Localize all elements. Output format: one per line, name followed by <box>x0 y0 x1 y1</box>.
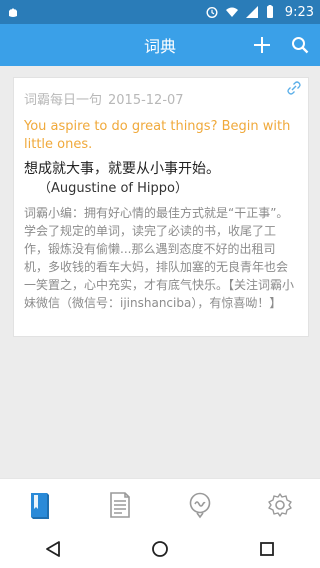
battery-icon <box>265 5 279 19</box>
document-icon <box>110 491 130 518</box>
home-circle-icon <box>152 541 168 557</box>
quote-author: （Augustine of Hippo） <box>38 181 188 196</box>
source-label: 词霸每日一句 <box>24 93 103 108</box>
wifi-icon <box>225 5 239 19</box>
app-actions <box>252 24 310 66</box>
clock-time: 9:23 <box>284 4 314 20</box>
link-icon[interactable] <box>286 80 302 96</box>
signal-icon <box>245 5 259 19</box>
tab-settings[interactable] <box>240 479 320 530</box>
quote-chinese: 想成就大事，就要从小事开始。 <box>24 161 220 177</box>
quote-english: You aspire to do great things? Begin wit… <box>24 119 291 152</box>
page-title: 词典 <box>143 37 176 56</box>
daily-sentence-card[interactable]: 词霸每日一句 2015-12-07 You aspire to do great… <box>14 78 308 336</box>
system-navigation-bar <box>0 530 320 568</box>
back-triangle-icon <box>46 541 61 557</box>
app-bar: 词典 <box>0 24 320 66</box>
tab-chat[interactable] <box>160 479 240 530</box>
tab-documents[interactable] <box>80 479 160 530</box>
alarm-icon <box>205 5 219 19</box>
add-button[interactable] <box>252 35 272 55</box>
recents-button[interactable] <box>247 530 287 568</box>
search-icon <box>292 37 309 54</box>
editor-note: 词霸小编：拥有好心情的最佳方式就是“干正事”。学会了规定的单词，读完了必读的书，… <box>24 206 295 310</box>
android-notification-icon <box>6 4 22 20</box>
date-line: 词霸每日一句 2015-12-07 <box>24 92 298 110</box>
back-button[interactable] <box>33 530 73 568</box>
bottom-tab-bar <box>0 478 320 530</box>
home-button[interactable] <box>140 530 180 568</box>
chat-bubble-icon <box>189 492 211 518</box>
status-icons: 9:23 <box>205 5 314 20</box>
search-button[interactable] <box>290 35 310 55</box>
date-label: 2015-12-07 <box>108 93 184 108</box>
status-bar: 9:23 <box>0 0 320 24</box>
tab-dictionary[interactable] <box>0 479 80 530</box>
gear-icon <box>268 492 292 517</box>
recents-square-icon <box>259 542 274 556</box>
plus-icon <box>254 37 270 53</box>
book-icon <box>31 492 49 519</box>
